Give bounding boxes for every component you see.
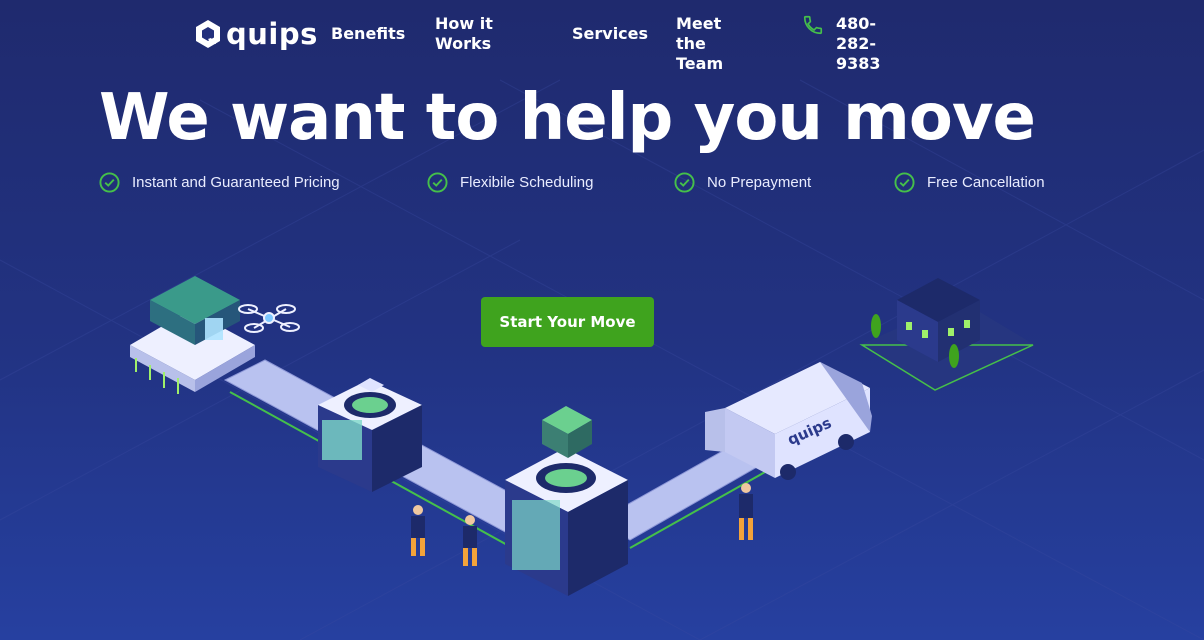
drone [238,304,300,333]
house [859,278,1035,392]
start-your-move-button[interactable]: Start Your Move [481,297,654,347]
sorting-station-2 [505,406,628,596]
